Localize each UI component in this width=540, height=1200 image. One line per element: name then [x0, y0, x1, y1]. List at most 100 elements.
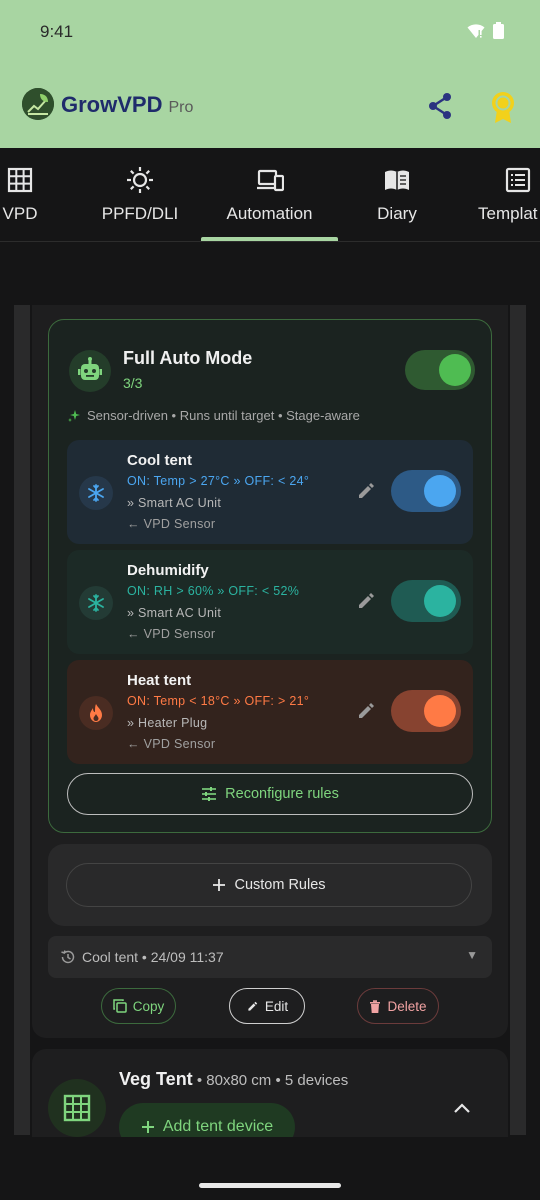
- tune-icon: [202, 787, 217, 801]
- app-bar: GrowVPD Pro: [0, 66, 540, 148]
- tent-name: Veg Tent: [119, 1069, 193, 1089]
- status-time: 9:41: [40, 22, 74, 41]
- toggle-knob: [424, 475, 456, 507]
- status-icons: [467, 22, 504, 39]
- edit-rule-icon[interactable]: [355, 700, 377, 722]
- grid-icon: [7, 167, 33, 193]
- scroll-rail-right: [510, 305, 526, 1135]
- rule-heat-tent[interactable]: Heat tent ON: Temp < 18°C » OFF: > 21° »…: [67, 660, 473, 764]
- add-device-label: Add tent device: [162, 1118, 274, 1135]
- rule-title: Cool tent: [127, 452, 192, 469]
- rule-device: » Smart AC Unit: [127, 606, 222, 620]
- custom-rules-card: Custom Rules: [48, 844, 492, 926]
- share-icon: [429, 93, 451, 119]
- delete-button[interactable]: Delete: [357, 988, 439, 1024]
- chevron-down-icon: ▼: [466, 948, 478, 962]
- rule-title: Heat tent: [127, 672, 192, 689]
- scroll-rail-left: [14, 305, 30, 1135]
- robot-icon-container: [69, 350, 111, 392]
- rule-icon-container: [79, 586, 113, 620]
- tab-label: PPFD/DLI: [101, 204, 179, 223]
- tab-bar: VPD PPFD/DLI Automation Diary Templat: [0, 148, 540, 242]
- plus-icon: [141, 1121, 154, 1133]
- auto-mode-description: Sensor-driven • Runs until target • Stag…: [67, 408, 360, 423]
- list-icon: [505, 167, 531, 193]
- toggle-knob: [424, 585, 456, 617]
- copy-label: Copy: [132, 998, 165, 1014]
- delete-label: Delete: [387, 998, 427, 1014]
- rule-sensor: ← VPD Sensor: [127, 517, 216, 531]
- snowflake-icon: [88, 484, 104, 502]
- tent-meta: • 80x80 cm • 5 devices: [192, 1072, 349, 1089]
- pro-label: Pro: [168, 99, 194, 116]
- rule-icon-container: [79, 696, 113, 730]
- edit-label: Edit: [264, 998, 289, 1014]
- rule-cool-tent[interactable]: Cool tent ON: Temp > 27°C » OFF: < 24° »…: [67, 440, 473, 544]
- book-icon: [385, 170, 409, 190]
- toggle-knob: [424, 695, 456, 727]
- rule-condition: ON: Temp > 27°C » OFF: < 24°: [127, 474, 310, 488]
- chevron-up-icon[interactable]: [450, 1097, 474, 1121]
- tab-ppfd-dli[interactable]: PPFD/DLI: [90, 148, 190, 242]
- trash-icon: [370, 999, 381, 1013]
- edit-rule-icon[interactable]: [355, 590, 377, 612]
- reconfigure-label: Reconfigure rules: [225, 786, 339, 802]
- description-text: Sensor-driven • Runs until target • Stag…: [87, 408, 360, 423]
- auto-mode-toggle[interactable]: [405, 350, 475, 390]
- app-name: GrowVPD: [61, 92, 163, 117]
- auto-mode-title: Full Auto Mode: [123, 348, 253, 368]
- status-bar: 9:41: [0, 0, 540, 66]
- tab-label: Diary: [377, 204, 417, 223]
- rule-condition: ON: RH > 60% » OFF: < 52%: [127, 584, 300, 598]
- rule-icon-container: [79, 476, 113, 510]
- copy-button[interactable]: Copy: [101, 988, 176, 1024]
- history-text: Cool tent • 24/09 11:37: [82, 949, 224, 965]
- grid-icon: [63, 1094, 91, 1122]
- battery-icon: [493, 22, 504, 39]
- rule-toggle[interactable]: [391, 580, 461, 622]
- tab-indicator: [201, 237, 338, 241]
- reconfigure-rules-button[interactable]: Reconfigure rules: [67, 773, 473, 815]
- pro-badge-button[interactable]: [488, 90, 518, 124]
- edit-button[interactable]: Edit: [229, 988, 305, 1024]
- history-icon: [61, 950, 75, 964]
- flame-icon: [90, 704, 102, 722]
- custom-rules-label: Custom Rules: [234, 877, 326, 893]
- custom-rules-button[interactable]: Custom Rules: [66, 863, 472, 907]
- rule-sensor: ← VPD Sensor: [127, 737, 216, 751]
- toggle-knob: [439, 354, 471, 386]
- tab-automation[interactable]: Automation: [201, 148, 338, 242]
- tab-label: VPD: [2, 204, 38, 223]
- tent-icon-container: [48, 1079, 106, 1137]
- sparkle-icon: [68, 409, 80, 422]
- app-logo: [22, 88, 54, 120]
- tab-diary[interactable]: Diary: [357, 148, 437, 242]
- share-button[interactable]: [424, 90, 456, 122]
- copy-icon: [112, 999, 127, 1013]
- robot-icon: [78, 357, 102, 380]
- full-auto-card: Full Auto Mode 3/3 Sensor-driven • Runs …: [48, 319, 492, 833]
- rule-dehumidify[interactable]: Dehumidify ON: RH > 60% » OFF: < 52% » S…: [67, 550, 473, 654]
- veg-tent-title: Veg Tent • 80x80 cm • 5 devices: [119, 1069, 348, 1090]
- gesture-handle[interactable]: [199, 1183, 341, 1188]
- devices-icon: [256, 169, 284, 192]
- history-dropdown[interactable]: Cool tent • 24/09 11:37 ▼: [48, 936, 492, 978]
- rule-toggle[interactable]: [391, 690, 461, 732]
- wifi-icon: [467, 23, 485, 38]
- rule-condition: ON: Temp < 18°C » OFF: > 21°: [127, 694, 310, 708]
- rule-device: » Heater Plug: [127, 716, 208, 730]
- plus-icon: [213, 879, 226, 891]
- tab-templates[interactable]: Templat: [478, 148, 540, 242]
- rule-sensor: ← VPD Sensor: [127, 627, 216, 641]
- pencil-icon: [248, 1001, 258, 1011]
- sun-icon: [127, 167, 153, 193]
- rule-toggle[interactable]: [391, 470, 461, 512]
- auto-mode-count: 3/3: [123, 375, 143, 391]
- tab-label: Templat: [478, 204, 538, 223]
- app-title: GrowVPD Pro: [61, 92, 193, 118]
- navigation-bar: [0, 1137, 540, 1200]
- tab-label: Automation: [226, 204, 313, 223]
- edit-rule-icon[interactable]: [355, 480, 377, 502]
- tab-vpd[interactable]: VPD: [0, 148, 60, 242]
- rule-device: » Smart AC Unit: [127, 496, 222, 510]
